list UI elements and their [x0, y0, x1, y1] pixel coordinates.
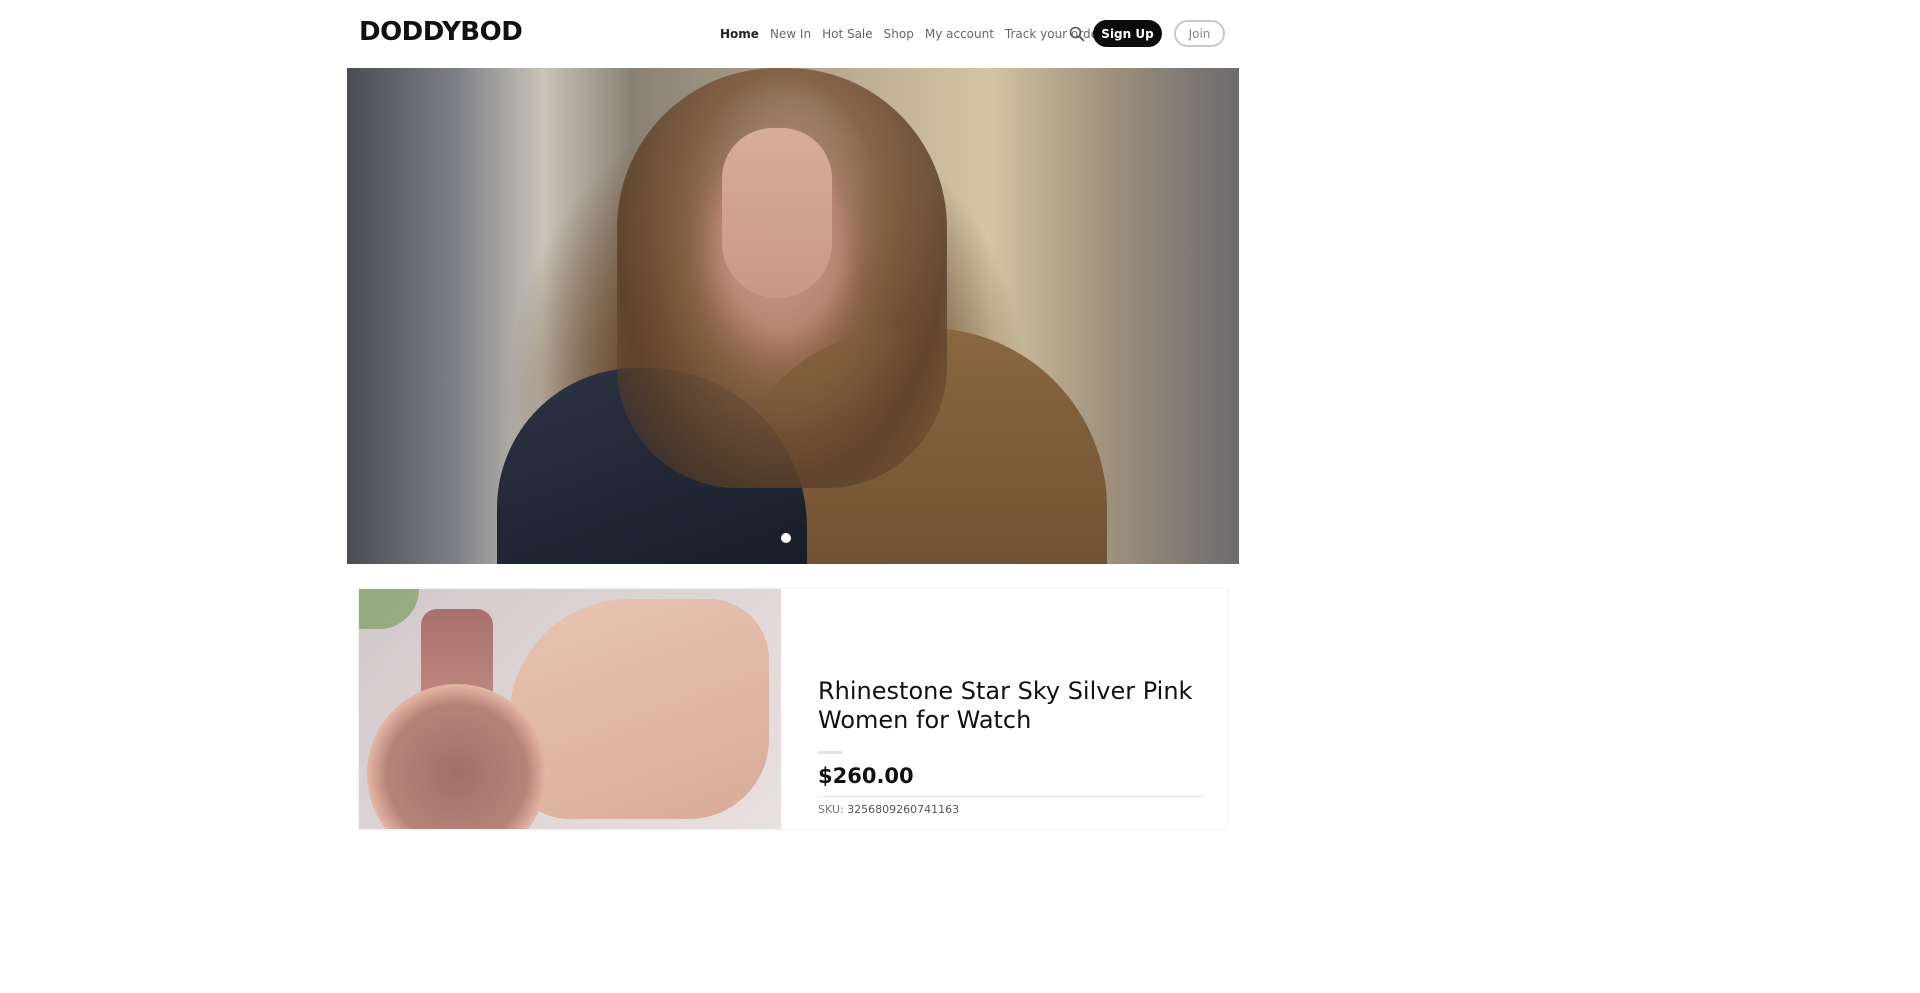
product-info: Rhinestone Star Sky Silver Pink Women fo…: [818, 677, 1203, 816]
price-divider: [818, 796, 1203, 797]
site-logo[interactable]: DODDYBOD: [359, 17, 523, 47]
nav-item-shop[interactable]: Shop: [884, 24, 914, 44]
join-button[interactable]: Join: [1174, 20, 1225, 47]
sign-up-button[interactable]: Sign Up: [1093, 20, 1162, 47]
nav-item-hot-sale[interactable]: Hot Sale: [822, 24, 873, 44]
nav-item-track-order[interactable]: Track your order: [1005, 24, 1103, 44]
hero-banner[interactable]: [347, 68, 1239, 564]
product-title: Rhinestone Star Sky Silver Pink Women fo…: [818, 677, 1193, 734]
slider-dot[interactable]: [781, 533, 791, 543]
nav-item-new-in[interactable]: New In: [770, 24, 811, 44]
title-divider: [818, 751, 842, 754]
site-header: DODDYBOD Home New In Hot Sale Shop My ac…: [0, 0, 1569, 68]
product-image-hand: [509, 599, 769, 819]
product-card: Rhinestone Star Sky Silver Pink Women fo…: [359, 589, 1227, 829]
main-nav: Home New In Hot Sale Shop My account Tra…: [720, 24, 1114, 44]
nav-item-home[interactable]: Home: [720, 24, 759, 44]
product-image-leaf: [359, 589, 419, 629]
sku-label: SKU:: [818, 803, 844, 816]
sku-line: SKU: 3256809260741163: [818, 803, 1198, 816]
product-price: $260.00: [818, 764, 914, 788]
search-icon[interactable]: [1069, 26, 1085, 42]
hero-image-face: [722, 128, 832, 298]
sku-value: 3256809260741163: [847, 803, 960, 816]
product-image[interactable]: [359, 589, 781, 829]
nav-item-my-account[interactable]: My account: [925, 24, 994, 44]
